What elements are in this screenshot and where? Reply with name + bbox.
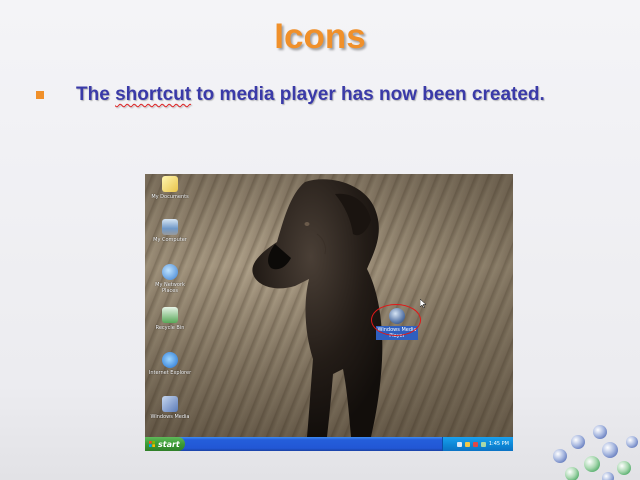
tray-volume-icon[interactable] (480, 441, 486, 447)
folder-icon (162, 176, 178, 192)
desktop-icon-label: Windows Media (150, 414, 190, 420)
computer-icon (162, 219, 178, 235)
recycle-bin-icon (162, 307, 178, 323)
desktop-icon-label: Recycle Bin (155, 325, 185, 331)
taskbar: start 1:45 PM (145, 437, 513, 451)
system-tray: 1:45 PM (442, 437, 513, 451)
windows-flag-icon (149, 441, 155, 447)
desktop-icon-label: Internet Explorer (148, 370, 192, 376)
slide-title: Icons (274, 17, 366, 56)
desktop-icon-windows-media[interactable]: Windows Media (148, 396, 192, 420)
dog-wallpaper-image (252, 179, 383, 437)
tray-security-icon[interactable] (472, 441, 478, 447)
desktop-icon-label: My Computer (153, 237, 187, 243)
desktop-icon-my-documents[interactable]: My Documents (148, 176, 192, 200)
desktop-icon-internet-explorer[interactable]: Internet Explorer (148, 352, 192, 376)
bullet-text: The shortcut to media player has now bee… (76, 84, 636, 106)
tray-network-icon[interactable] (464, 441, 470, 447)
tray-clock: 1:45 PM (488, 441, 509, 447)
start-button[interactable]: start (145, 437, 185, 451)
decorative-dots-graphic (553, 425, 638, 480)
mouse-cursor-icon (420, 299, 426, 308)
desktop-icon-my-network-places[interactable]: My Network Places (148, 264, 192, 294)
bullet-text-post: to media player has now been created. (191, 84, 545, 105)
desktop-icon-my-computer[interactable]: My Computer (148, 219, 192, 243)
bullet-text-pre: The (76, 84, 116, 105)
bullet-text-misspelled-word: shortcut (115, 84, 192, 105)
bullet-marker (36, 91, 44, 99)
desktop-icon-recycle-bin[interactable]: Recycle Bin (148, 307, 192, 331)
desktop-icon-label: My Network Places (155, 282, 185, 294)
network-icon (162, 264, 178, 280)
desktop-screenshot: My Documents My Computer My Network Plac… (145, 174, 513, 451)
tray-speaker-icon[interactable] (456, 441, 462, 447)
start-label: start (158, 439, 180, 449)
media-icon (162, 396, 178, 412)
red-highlight-circle (371, 304, 421, 336)
internet-explorer-icon (162, 352, 178, 368)
desktop-icon-label: My Documents (151, 194, 189, 200)
